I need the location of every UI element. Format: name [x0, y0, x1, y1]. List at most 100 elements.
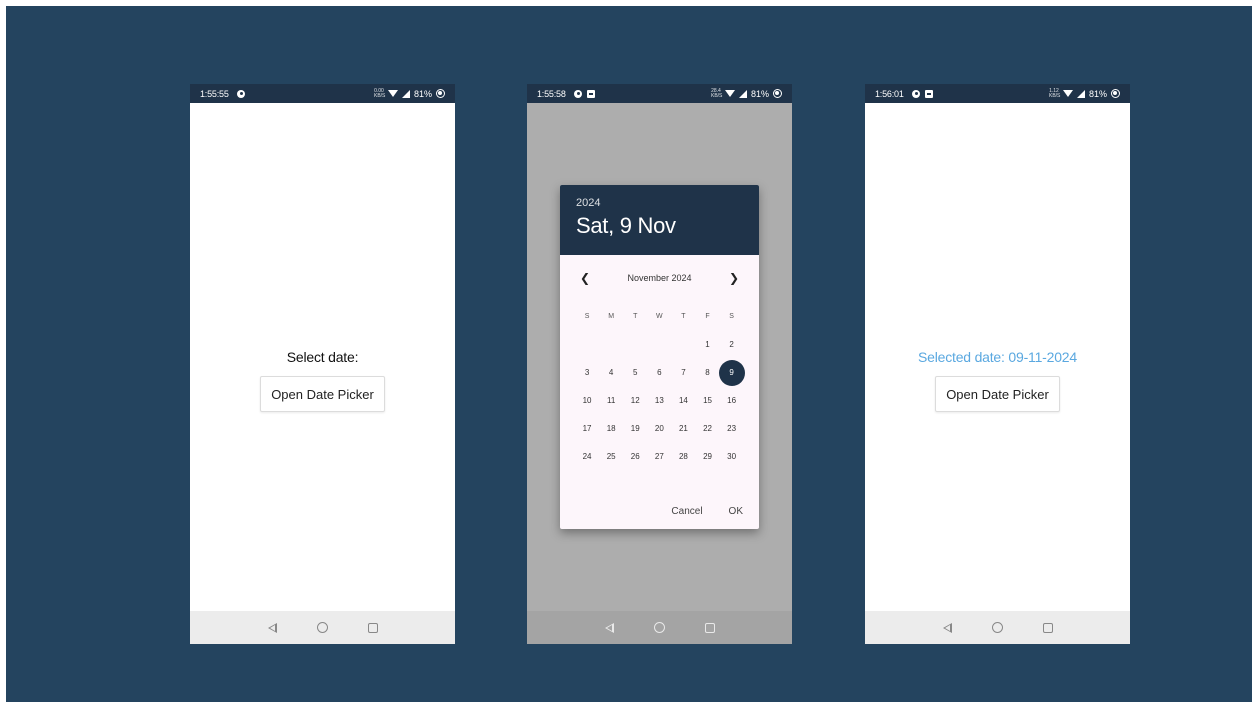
- phone-screen-initial: 1:55:55 0.00 KB/S 81% Select date: Open …: [190, 84, 455, 644]
- home-icon[interactable]: [316, 622, 328, 633]
- calendar-day-number: 3: [584, 368, 590, 377]
- weekday-label: T: [681, 313, 686, 320]
- calendar-day[interactable]: 14: [671, 387, 695, 415]
- ok-button[interactable]: OK: [729, 506, 743, 517]
- calendar-day[interactable]: 1: [695, 331, 719, 359]
- dialog-actions: Cancel OK: [671, 506, 743, 517]
- calendar-day-number: 30: [727, 452, 737, 461]
- navigation-bar: [190, 611, 455, 644]
- calendar-day-number: 26: [630, 452, 640, 461]
- signal-icon: [1076, 89, 1085, 98]
- calendar-day-number: 13: [654, 396, 664, 405]
- calendar-day[interactable]: 3: [575, 359, 599, 387]
- dialog-scrim[interactable]: 2024 Sat, 9 Nov ❮ November 2024 ❯ SMTWTF…: [527, 103, 792, 644]
- battery-percent: 81%: [413, 88, 432, 99]
- calendar-day[interactable]: 26: [623, 443, 647, 471]
- calendar-day[interactable]: 29: [695, 443, 719, 471]
- calendar-week-row: 3 4 5 6 7 8 9: [575, 359, 745, 387]
- status-bar: 1:56:01 1.12 KB/S 81%: [865, 84, 1130, 103]
- phone-screen-result: 1:56:01 1.12 KB/S 81% Selected date: 09-…: [865, 84, 1130, 644]
- calendar-day[interactable]: 21: [671, 415, 695, 443]
- recents-icon[interactable]: [704, 622, 715, 633]
- wifi-icon: [387, 90, 398, 97]
- calendar-day[interactable]: 12: [623, 387, 647, 415]
- network-speed: 1.12 KB/S: [1048, 87, 1061, 99]
- calendar-day[interactable]: 2: [720, 331, 744, 359]
- calendar-day[interactable]: 7: [671, 359, 695, 387]
- header-selected-date[interactable]: Sat, 9 Nov: [576, 213, 743, 239]
- network-speed: 28.4 KB/S: [710, 87, 723, 99]
- calendar-day[interactable]: 25: [599, 443, 623, 471]
- home-icon[interactable]: [653, 622, 665, 633]
- calendar-day[interactable]: 17: [575, 415, 599, 443]
- network-speed: 0.00 KB/S: [373, 87, 386, 99]
- calendar-day[interactable]: 30: [720, 443, 744, 471]
- calendar-week-row: 17 18 19 20 21 22 23: [575, 415, 744, 443]
- month-navigation: ❮ November 2024 ❯: [560, 267, 759, 291]
- calendar-day-number: 16: [727, 396, 737, 405]
- recents-icon[interactable]: [367, 622, 378, 633]
- notification-icon: [573, 89, 582, 98]
- signal-icon: [738, 89, 747, 98]
- calendar-day[interactable]: 10: [575, 387, 599, 415]
- image-notification-icon: [924, 89, 933, 98]
- app-content: Select date: Open Date Picker: [190, 103, 455, 611]
- calendar-day-number: 12: [630, 396, 640, 405]
- calendar-day[interactable]: 5: [623, 359, 647, 387]
- calendar-day-number: 21: [678, 424, 688, 433]
- calendar-day[interactable]: 20: [647, 415, 671, 443]
- phone-screen-date-picker: 1:55:58 28.4 KB/S 81% 2024 Sat, 9 Nov ❮ …: [527, 84, 792, 644]
- calendar-day-number: 24: [582, 452, 592, 461]
- notification-icon: [236, 89, 245, 98]
- navigation-bar: [527, 611, 792, 644]
- open-date-picker-button[interactable]: Open Date Picker: [935, 376, 1060, 412]
- status-time: 1:55:58: [537, 88, 566, 99]
- calendar-day-number: 18: [606, 424, 616, 433]
- calendar-week-row: 10 11 12 13 14 15 16: [575, 387, 744, 415]
- status-time: 1:55:55: [200, 88, 229, 99]
- weekday-label: M: [608, 313, 615, 320]
- open-date-picker-button[interactable]: Open Date Picker: [260, 376, 385, 412]
- calendar-day-number: 5: [633, 368, 638, 377]
- calendar-day[interactable]: 18: [599, 415, 623, 443]
- calendar-day[interactable]: 11: [599, 387, 623, 415]
- signal-icon: [401, 89, 410, 98]
- calendar-day[interactable]: 16: [720, 387, 744, 415]
- calendar-day[interactable]: 24: [575, 443, 599, 471]
- calendar-day-number: 4: [608, 368, 614, 377]
- calendar-day[interactable]: 8: [695, 359, 719, 387]
- back-icon[interactable]: [942, 622, 952, 633]
- calendar-day[interactable]: 28: [671, 443, 695, 471]
- home-icon[interactable]: [991, 622, 1003, 633]
- presentation-background: 1:55:55 0.00 KB/S 81% Select date: Open …: [6, 6, 1252, 702]
- calendar-day[interactable]: 13: [647, 387, 671, 415]
- weekday-label: S: [584, 313, 590, 320]
- chevron-right-icon[interactable]: ❯: [727, 271, 741, 285]
- calendar-day[interactable]: 23: [720, 415, 744, 443]
- calendar-day-number: 1: [705, 340, 710, 349]
- calendar-day[interactable]: 27: [647, 443, 671, 471]
- calendar-grid: SMTWTFS 1 2 3 4 5 6 7 8 9 10 11 12 13 14 15 16 17 18 19 20 2…: [575, 303, 745, 471]
- status-time: 1:56:01: [875, 88, 904, 99]
- status-bar: 1:55:58 28.4 KB/S 81%: [527, 84, 792, 103]
- back-icon[interactable]: [604, 622, 614, 633]
- calendar-day[interactable]: 9: [718, 359, 745, 387]
- back-icon[interactable]: [267, 622, 277, 633]
- calendar-day[interactable]: 4: [599, 359, 623, 387]
- calendar-day-number: 7: [681, 368, 686, 377]
- calendar-day-number: 10: [582, 396, 592, 405]
- calendar-day[interactable]: 22: [695, 415, 719, 443]
- select-date-label: Select date:: [286, 349, 359, 365]
- recents-icon[interactable]: [1042, 622, 1053, 633]
- calendar-day-number: 8: [705, 368, 710, 377]
- header-year[interactable]: 2024: [576, 197, 743, 209]
- battery-percent: 81%: [1088, 88, 1107, 99]
- calendar-day[interactable]: 6: [647, 359, 671, 387]
- calendar-day[interactable]: 15: [695, 387, 719, 415]
- wifi-icon: [1062, 90, 1073, 97]
- calendar-week-row: 24 25 26 27 28 29 30: [575, 443, 744, 471]
- calendar-day-number: 9: [729, 368, 734, 377]
- calendar-empty-cell: [623, 331, 647, 359]
- calendar-day[interactable]: 19: [623, 415, 647, 443]
- cancel-button[interactable]: Cancel: [671, 506, 702, 517]
